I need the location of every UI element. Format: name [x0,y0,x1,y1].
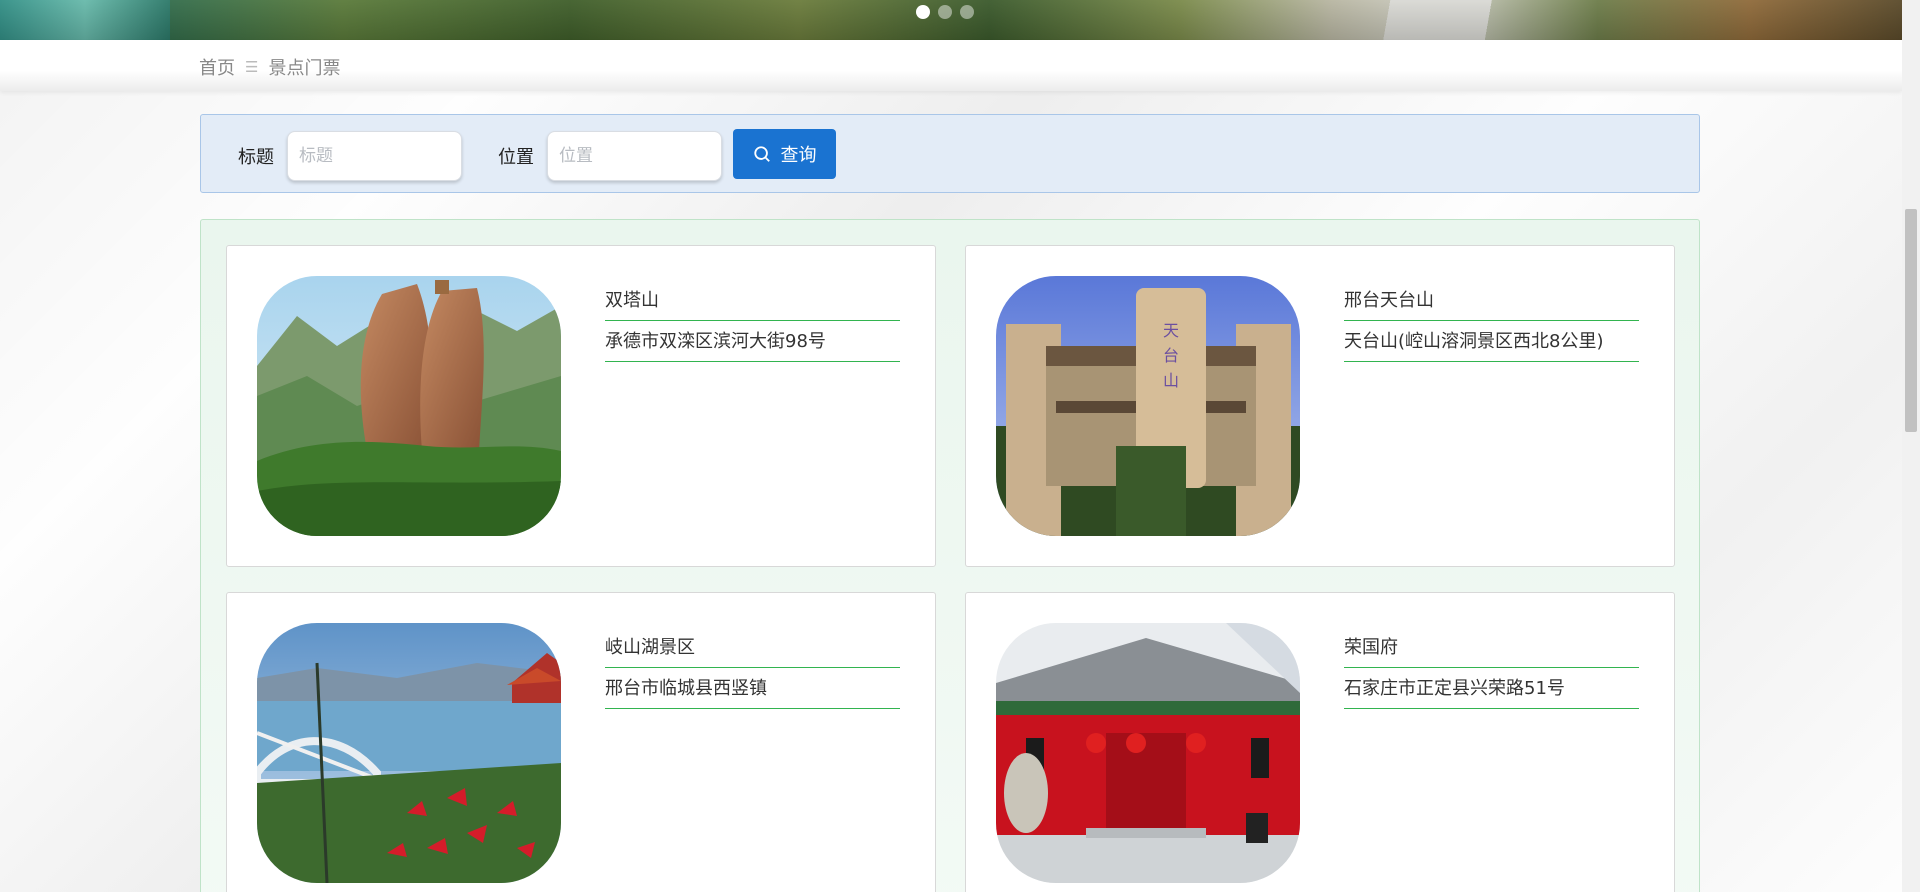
location-input[interactable] [547,131,722,181]
query-button[interactable]: 查询 [733,129,836,179]
carousel-dot-3[interactable] [960,5,974,19]
svg-text:天: 天 [1163,321,1179,340]
spot-list: 双塔山 承德市双滦区滨河大街98号 天 台 山 邢台天台山 天台山(崆山溶洞景区… [200,219,1700,892]
search-icon [753,146,770,162]
spot-card[interactable]: 天 台 山 邢台天台山 天台山(崆山溶洞景区西北8公里) [965,245,1675,567]
carousel-dot-1[interactable] [916,5,930,19]
svg-text:台: 台 [1163,346,1179,365]
spot-address: 承德市双滦区滨河大街98号 [605,327,900,362]
title-input[interactable] [287,131,462,181]
spot-image-stone-gate-tower[interactable]: 天 台 山 [996,276,1300,536]
spot-card[interactable]: 岐山湖景区 邢台市临城县西竖镇 [226,592,936,892]
breadcrumb-home[interactable]: 首页 [199,54,235,80]
breadcrumb-current: 景点门票 [268,58,341,79]
svg-text:山: 山 [1163,371,1179,390]
spot-title[interactable]: 荣国府 [1344,633,1639,668]
carousel-dot-2[interactable] [938,5,952,19]
spot-card[interactable]: 双塔山 承德市双滦区滨河大街98号 [226,245,936,567]
hero-banner [0,0,1902,40]
query-button-label: 查询 [780,145,817,166]
breadcrumb-bar: 首页 ☰ 景点门票 [0,40,1902,91]
spot-title[interactable]: 岐山湖景区 [605,633,900,668]
location-label: 位置 [498,147,534,168]
spot-image-lake-bridge-pavilion[interactable] [257,623,561,883]
spot-card[interactable]: 荣国府 石家庄市正定县兴荣路51号 [965,592,1675,892]
breadcrumb-separator-icon: ☰ [245,58,259,76]
carousel-indicators [916,5,974,19]
search-panel: 标题 位置 查询 [200,114,1700,193]
spot-address: 邢台市临城县西竖镇 [605,674,900,709]
title-label: 标题 [238,147,274,168]
spot-title[interactable]: 邢台天台山 [1344,286,1639,321]
spot-address: 天台山(崆山溶洞景区西北8公里) [1344,327,1639,362]
spot-image-red-rock-twin-peaks[interactable] [257,276,561,536]
breadcrumb: 首页 ☰ 景点门票 [199,54,340,80]
scrollbar-thumb[interactable] [1905,209,1917,432]
spot-address: 石家庄市正定县兴荣路51号 [1344,674,1639,709]
page: 首页 ☰ 景点门票 标题 位置 查询 [0,0,1902,892]
spot-title[interactable]: 双塔山 [605,286,900,321]
page-scrollbar[interactable] [1902,0,1920,892]
spot-image-red-mansion-gate[interactable] [996,623,1300,883]
